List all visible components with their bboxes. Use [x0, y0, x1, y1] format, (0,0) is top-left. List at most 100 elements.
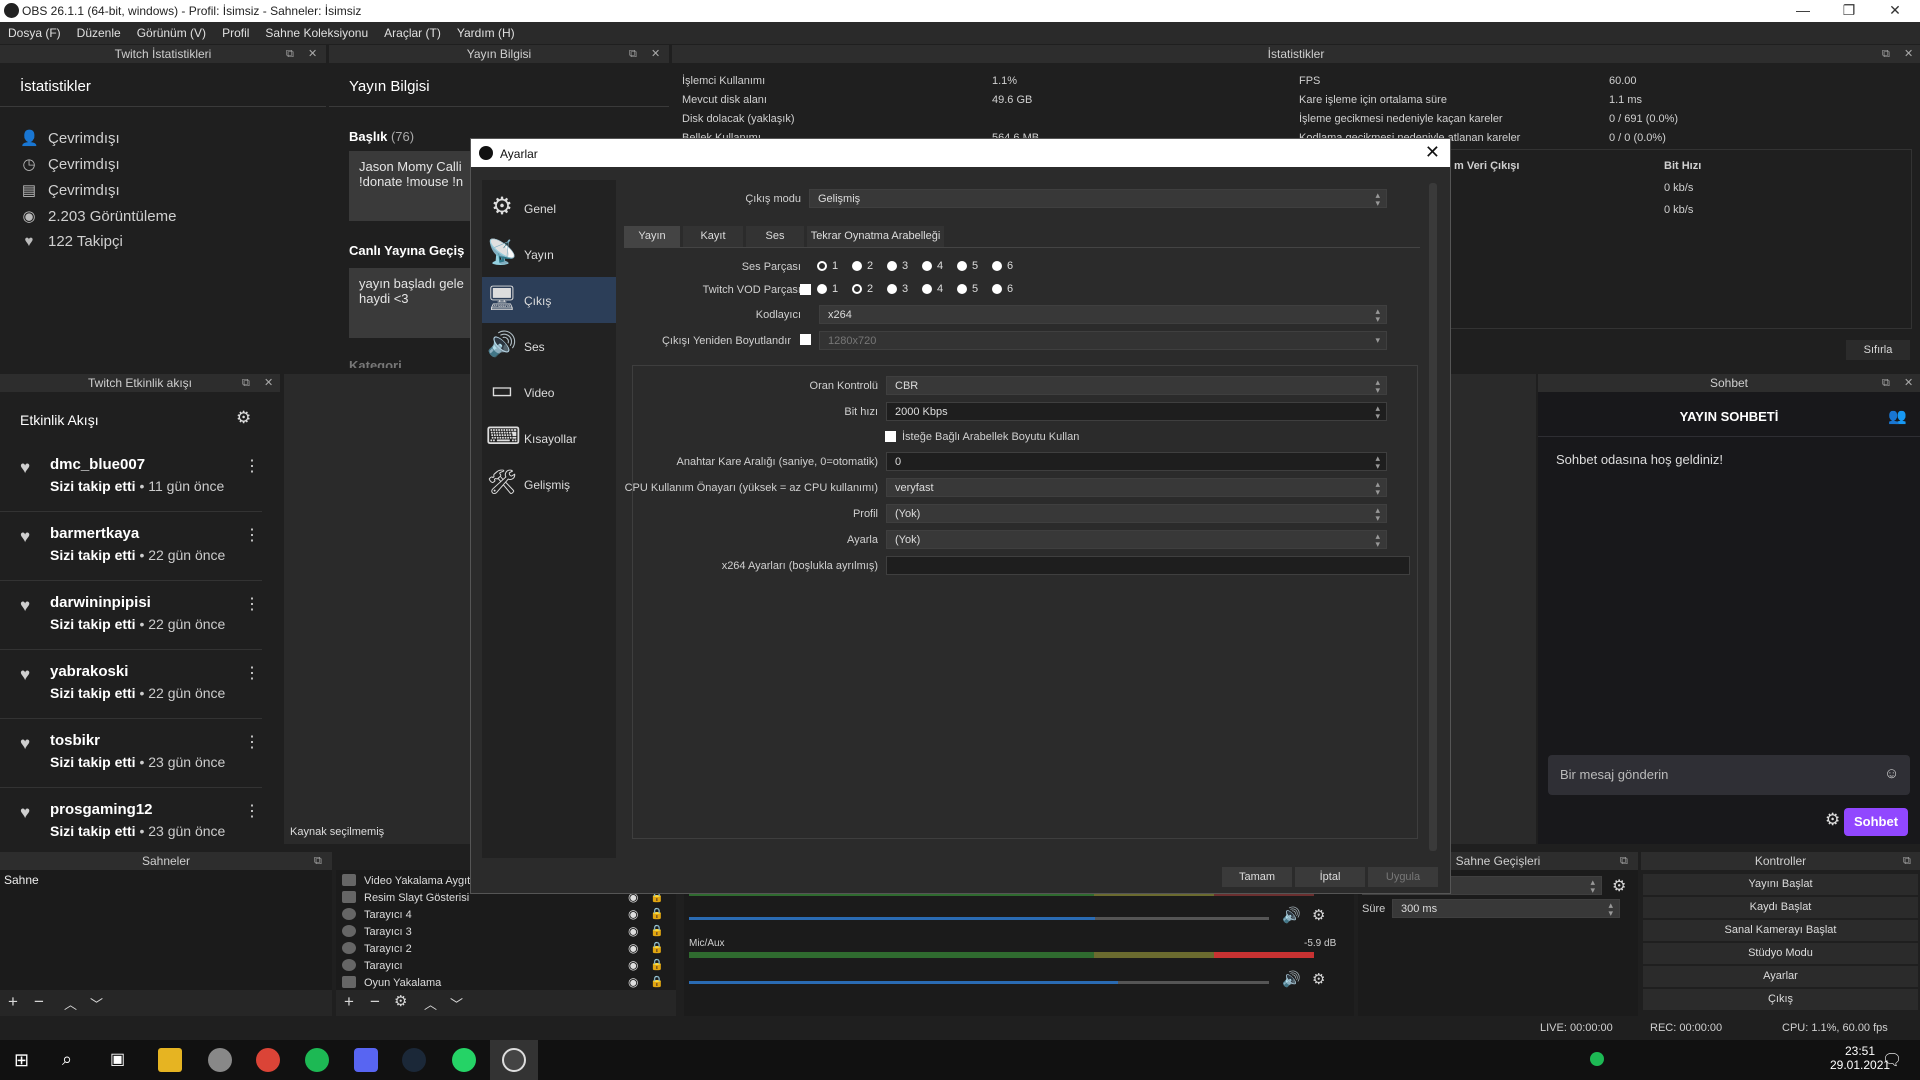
float-icon[interactable]: ⧉	[1903, 852, 1911, 870]
tune-select[interactable]: (Yok) ▴ ▾	[886, 530, 1387, 549]
menu-tools[interactable]: Araçlar (T)	[376, 22, 449, 40]
audio-track-radio[interactable]: 1	[817, 260, 838, 272]
eye-icon[interactable]: ◉	[628, 907, 638, 921]
tab-replay-buffer[interactable]: Tekrar Oynatma Arabelleği	[807, 226, 944, 247]
nav-output[interactable]: 🖥 Çıkış	[482, 277, 616, 323]
speaker-icon[interactable]: 🔊	[1282, 906, 1301, 924]
more-icon[interactable]: ⋮	[244, 525, 260, 545]
close-button[interactable]: ✕	[1872, 0, 1918, 22]
lock-icon[interactable]: 🔒	[650, 941, 664, 954]
more-icon[interactable]: ⋮	[244, 732, 260, 752]
gear-icon[interactable]: ⚙	[236, 408, 251, 428]
move-down-icon[interactable]: ﹀	[90, 994, 103, 1013]
search-icon[interactable]: ⌕	[62, 1049, 72, 1070]
emoji-icon[interactable]: ☺	[1884, 765, 1899, 782]
gear-icon[interactable]: ⚙	[1312, 906, 1325, 924]
studio-mode-button[interactable]: Stüdyo Modu	[1643, 943, 1918, 964]
close-icon[interactable]: ✕	[651, 45, 660, 63]
nav-general[interactable]: ⚙ Genel	[482, 185, 616, 231]
apply-button[interactable]: Uygula	[1368, 867, 1438, 887]
source-item[interactable]: Tarayıcı 4 ◉ 🔒	[342, 907, 672, 924]
audio-track-radio[interactable]: 2	[852, 260, 873, 272]
chat-input[interactable]: Bir mesaj gönderin ☺	[1548, 755, 1910, 795]
reset-button[interactable]: Sıfırla	[1846, 340, 1910, 360]
audio-track-radio[interactable]: 6	[992, 260, 1013, 272]
source-item[interactable]: Tarayıcı 2 ◉ 🔒	[342, 941, 672, 958]
gear-icon[interactable]: ⚙	[1312, 970, 1325, 988]
float-icon[interactable]: ⧉	[1620, 852, 1628, 870]
vod-track-radio[interactable]: 1	[817, 283, 838, 295]
cpu-preset-select[interactable]: veryfast ▴ ▾	[886, 478, 1387, 497]
rate-control-select[interactable]: CBR ▴ ▾	[886, 376, 1387, 395]
move-up-icon[interactable]: ︿	[64, 994, 77, 1013]
close-icon[interactable]: ✕	[1904, 374, 1913, 392]
rescale-select[interactable]: 1280x720 ▾	[819, 331, 1387, 350]
spotify-tray-icon[interactable]	[1590, 1052, 1604, 1066]
maximize-button[interactable]: ❐	[1826, 0, 1872, 22]
remove-icon[interactable]: −	[370, 992, 380, 1012]
nav-hotkeys[interactable]: ⌨ Kısayollar	[482, 415, 616, 461]
vod-track-radio[interactable]: 3	[887, 283, 908, 295]
encoder-select[interactable]: x264 ▴ ▾	[819, 305, 1387, 324]
eye-icon[interactable]: ◉	[628, 941, 638, 955]
move-up-icon[interactable]: ︿	[424, 994, 437, 1013]
more-icon[interactable]: ⋮	[244, 663, 260, 683]
move-down-icon[interactable]: ﹀	[450, 994, 463, 1013]
eye-icon[interactable]: ◉	[628, 958, 638, 972]
file-explorer-icon[interactable]	[158, 1048, 182, 1072]
vod-track-radio[interactable]: 5	[957, 283, 978, 295]
lock-icon[interactable]: 🔒	[650, 958, 664, 971]
add-icon[interactable]: +	[344, 992, 354, 1012]
chat-settings-icon[interactable]: ⚙	[1825, 810, 1840, 830]
more-icon[interactable]: ⋮	[244, 456, 260, 476]
dialog-scrollbar[interactable]	[1429, 183, 1437, 851]
ok-button[interactable]: Tamam	[1222, 867, 1292, 887]
discord-icon[interactable]	[354, 1048, 378, 1072]
notifications-icon[interactable]: 🗨	[1882, 1050, 1902, 1070]
chat-send-button[interactable]: Sohbet	[1844, 808, 1908, 836]
start-virtual-camera-button[interactable]: Sanal Kamerayı Başlat	[1643, 920, 1918, 941]
whatsapp-icon[interactable]	[452, 1048, 476, 1072]
dialog-close-button[interactable]: ✕	[1425, 142, 1440, 163]
tab-recording[interactable]: Kayıt	[683, 226, 743, 247]
close-icon[interactable]: ✕	[264, 374, 273, 392]
keyframe-field[interactable]: 0 ▴ ▾	[886, 452, 1387, 471]
menu-profile[interactable]: Profil	[214, 22, 257, 40]
exit-button[interactable]: Çıkış	[1643, 989, 1918, 1010]
start-streaming-button[interactable]: Yayını Başlat	[1643, 874, 1918, 895]
vod-track-radio[interactable]: 6	[992, 283, 1013, 295]
speaker-icon[interactable]: 🔊	[1282, 970, 1301, 988]
lock-icon[interactable]: 🔒	[650, 907, 664, 920]
x264-options-field[interactable]	[886, 556, 1410, 575]
more-icon[interactable]: ⋮	[244, 801, 260, 821]
spotify-icon[interactable]	[305, 1048, 329, 1072]
chrome-icon[interactable]	[256, 1048, 280, 1072]
profile-select[interactable]: (Yok) ▴ ▾	[886, 504, 1387, 523]
source-item[interactable]: Tarayıcı 3 ◉ 🔒	[342, 924, 672, 941]
audio-track-radio[interactable]: 4	[922, 260, 943, 272]
lock-icon[interactable]: 🔒	[650, 924, 664, 937]
clock[interactable]: 23:51 29.01.2021	[1830, 1044, 1890, 1072]
audio-track-radio[interactable]: 3	[887, 260, 908, 272]
rescale-checkbox[interactable]	[800, 334, 811, 345]
float-icon[interactable]: ⧉	[1882, 45, 1890, 63]
cancel-button[interactable]: İptal	[1295, 867, 1365, 887]
close-icon[interactable]: ✕	[308, 45, 317, 63]
lock-icon[interactable]: 🔒	[650, 975, 664, 988]
more-icon[interactable]: ⋮	[244, 594, 260, 614]
menu-help[interactable]: Yardım (H)	[449, 22, 523, 40]
menu-file[interactable]: Dosya (F)	[0, 22, 69, 40]
steam-icon[interactable]	[402, 1048, 426, 1072]
vod-track-radio[interactable]: 4	[922, 283, 943, 295]
scene-item[interactable]: Sahne	[4, 873, 39, 887]
users-icon[interactable]: 👥	[1888, 407, 1907, 425]
tab-stream[interactable]: Yayın	[624, 226, 680, 247]
nav-video[interactable]: ▭ Video	[482, 369, 616, 415]
close-icon[interactable]: ✕	[1904, 45, 1913, 63]
tab-audio[interactable]: Ses	[746, 226, 804, 247]
nav-stream[interactable]: 📡 Yayın	[482, 231, 616, 277]
eye-icon[interactable]: ◉	[628, 975, 638, 989]
eye-icon[interactable]: ◉	[628, 924, 638, 938]
gear-icon[interactable]: ⚙	[394, 992, 407, 1010]
float-icon[interactable]: ⧉	[286, 45, 294, 63]
